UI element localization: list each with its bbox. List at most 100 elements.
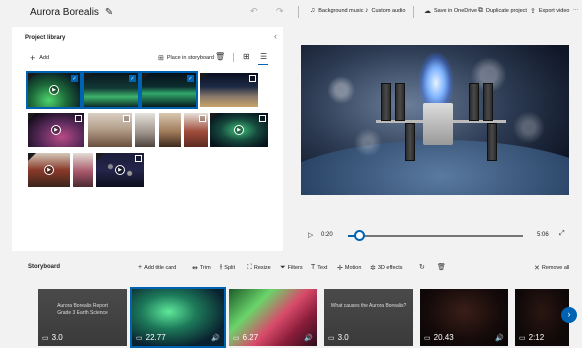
- storyboard-title: Storyboard: [28, 264, 61, 270]
- solar-panel: [483, 83, 493, 121]
- checkbox[interactable]: [123, 115, 130, 122]
- storyboard-card[interactable]: ▭ 22.77 🔊: [130, 287, 226, 348]
- checkbox[interactable]: [75, 115, 82, 122]
- media-thumbnail[interactable]: [73, 153, 93, 187]
- video-preview[interactable]: [301, 45, 569, 195]
- pencil-icon[interactable]: ✎: [105, 7, 113, 18]
- media-thumbnail[interactable]: [135, 113, 155, 147]
- solar-panel: [405, 123, 415, 161]
- trim-button[interactable]: ⇹ Trim: [192, 264, 211, 272]
- card-duration: ▭ 6.27: [233, 333, 258, 342]
- filters-icon: ⏷: [280, 264, 286, 271]
- resize-button[interactable]: ⛶ Resize: [247, 264, 271, 272]
- card-duration: ▭ 22.77: [136, 333, 166, 342]
- checkbox[interactable]: ✓: [71, 75, 78, 82]
- project-title[interactable]: Aurora Borealis: [30, 7, 99, 18]
- trim-label: Trim: [199, 265, 211, 271]
- solar-panel: [469, 83, 479, 121]
- rotate-button[interactable]: ↻: [419, 263, 425, 271]
- card-duration: ▭ 3.0: [42, 333, 63, 342]
- seek-handle[interactable]: [353, 230, 365, 241]
- custom-audio-button[interactable]: ♪ Custom audio: [365, 7, 405, 14]
- divider: [298, 6, 299, 18]
- station-module: [423, 103, 453, 145]
- custom-audio-icon: ♪: [365, 7, 369, 14]
- storyboard-card[interactable]: What causes the Aurora Borealis? ▭ 3.0: [324, 289, 413, 346]
- video-icon: ▭: [519, 334, 526, 342]
- 3d-effects-button[interactable]: ✲ 3D effects: [370, 264, 403, 272]
- video-corner-icon: [210, 113, 218, 121]
- background-music-label: Background music: [318, 7, 364, 14]
- custom-audio-label: Custom audio: [371, 7, 406, 14]
- place-in-storyboard-button[interactable]: ⊞ Place in storyboard: [158, 54, 214, 62]
- export-video-button[interactable]: ⇪ Export video: [530, 7, 569, 15]
- storyboard-card[interactable]: Aurora Borealis Report Grade 3 Earth Sci…: [38, 289, 127, 346]
- add-label: Add: [39, 55, 50, 61]
- duration-label: 3.0: [337, 333, 349, 342]
- text-button[interactable]: T Text: [311, 264, 327, 271]
- checkbox[interactable]: [135, 155, 142, 162]
- media-thumbnail[interactable]: [88, 113, 132, 147]
- solar-panel: [381, 83, 391, 121]
- card-duration: ▭ 20.43: [424, 333, 454, 342]
- video-icon: ▭: [233, 334, 240, 342]
- media-thumbnail[interactable]: ▶: [96, 153, 144, 187]
- remove-all-button[interactable]: ✕ Remove all: [534, 264, 569, 272]
- checkbox[interactable]: [249, 75, 256, 82]
- media-thumbnail[interactable]: ✓: [82, 71, 140, 109]
- add-button[interactable]: + Add: [30, 53, 49, 63]
- split-button[interactable]: ⫲ Split: [220, 264, 235, 272]
- add-title-card-button[interactable]: + Add title card: [138, 264, 176, 271]
- media-thumbnail[interactable]: ✓: [140, 71, 198, 109]
- play-icon: ▶: [44, 165, 54, 175]
- media-thumbnail[interactable]: [159, 113, 181, 147]
- trash-icon[interactable]: 🗑: [215, 52, 225, 61]
- background-music-button[interactable]: ♫ Background music: [310, 7, 364, 14]
- view-indicator: [258, 64, 268, 65]
- video-corner-icon: [84, 73, 92, 81]
- fullscreen-icon[interactable]: ⤢: [559, 230, 565, 238]
- checkbox[interactable]: ✓: [187, 75, 194, 82]
- image-icon: ▭: [42, 334, 49, 342]
- checkbox[interactable]: ✓: [129, 75, 136, 82]
- motion-button[interactable]: ✛ Motion: [337, 264, 361, 272]
- seek-track[interactable]: [348, 235, 523, 237]
- trim-icon: ⇹: [192, 265, 198, 272]
- play-icon: ▶: [49, 85, 59, 95]
- storyboard-card[interactable]: ▭ 6.27 🔊: [229, 289, 317, 346]
- speaker-icon[interactable]: 🔊: [304, 334, 313, 342]
- speaker-icon[interactable]: 🔊: [211, 334, 220, 342]
- grid-view-icon[interactable]: ⊞: [243, 52, 250, 61]
- title-card-text: Aurora Borealis Report Grade 3 Earth Sci…: [42, 303, 123, 317]
- save-onedrive-button[interactable]: ☁ Save in OneDrive: [424, 7, 477, 15]
- collapse-chevron-icon[interactable]: ‹: [274, 31, 277, 41]
- play-icon[interactable]: ▷: [308, 231, 313, 239]
- redo-icon[interactable]: ↷: [276, 6, 284, 17]
- storyboard-card[interactable]: ▭ 20.43 🔊: [420, 289, 508, 346]
- remove-all-label: Remove all: [541, 265, 570, 271]
- duplicate-project-button[interactable]: ⧉ Duplicate project: [478, 7, 527, 15]
- delete-button[interactable]: 🗑: [437, 263, 446, 271]
- 3d-effects-icon: ✲: [370, 265, 376, 272]
- filters-label: Filters: [287, 265, 303, 271]
- speaker-icon[interactable]: 🔊: [495, 334, 504, 342]
- resize-label: Resize: [253, 265, 271, 271]
- media-thumbnail[interactable]: [200, 73, 258, 107]
- title-card-line: Grade 3 Earth Science: [57, 310, 108, 316]
- checkbox[interactable]: [199, 115, 206, 122]
- play-icon: ▶: [115, 165, 125, 175]
- scroll-right-button[interactable]: ›: [561, 307, 577, 323]
- media-thumbnail[interactable]: ▶: [28, 153, 70, 187]
- media-thumbnail[interactable]: [184, 113, 208, 147]
- more-options-button[interactable]: ···: [573, 7, 579, 13]
- undo-icon[interactable]: ↶: [250, 6, 258, 17]
- list-view-icon[interactable]: ☰: [260, 52, 267, 61]
- media-thumbnail[interactable]: ▶: [28, 113, 84, 147]
- media-thumbnail[interactable]: ▶ ✓: [26, 71, 82, 109]
- media-thumbnail[interactable]: ▶: [210, 113, 268, 147]
- video-corner-icon: [96, 153, 104, 161]
- checkbox[interactable]: [259, 115, 266, 122]
- title-card-text: What causes the Aurora Borealis?: [328, 303, 409, 310]
- resize-icon: ⛶: [247, 264, 252, 271]
- filters-button[interactable]: ⏷ Filters: [280, 264, 303, 272]
